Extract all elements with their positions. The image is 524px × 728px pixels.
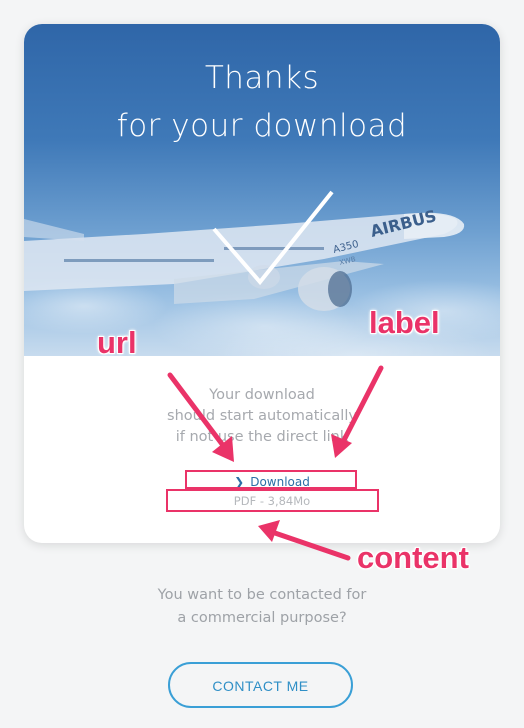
contact-prompt-line-1: You want to be contacted for bbox=[157, 587, 367, 603]
contact-prompt-line-2: a commercial purpose? bbox=[177, 610, 347, 626]
contact-prompt: You want to be contacted for a commercia… bbox=[0, 584, 524, 630]
annotation-url: url bbox=[97, 325, 137, 360]
contact-me-button[interactable]: CONTACT ME bbox=[168, 662, 353, 708]
annotation-content: content bbox=[357, 540, 469, 575]
content-arrow bbox=[269, 529, 351, 561]
url-arrow bbox=[167, 372, 231, 455]
label-arrow bbox=[338, 365, 384, 449]
annotation-label: label bbox=[369, 305, 440, 340]
